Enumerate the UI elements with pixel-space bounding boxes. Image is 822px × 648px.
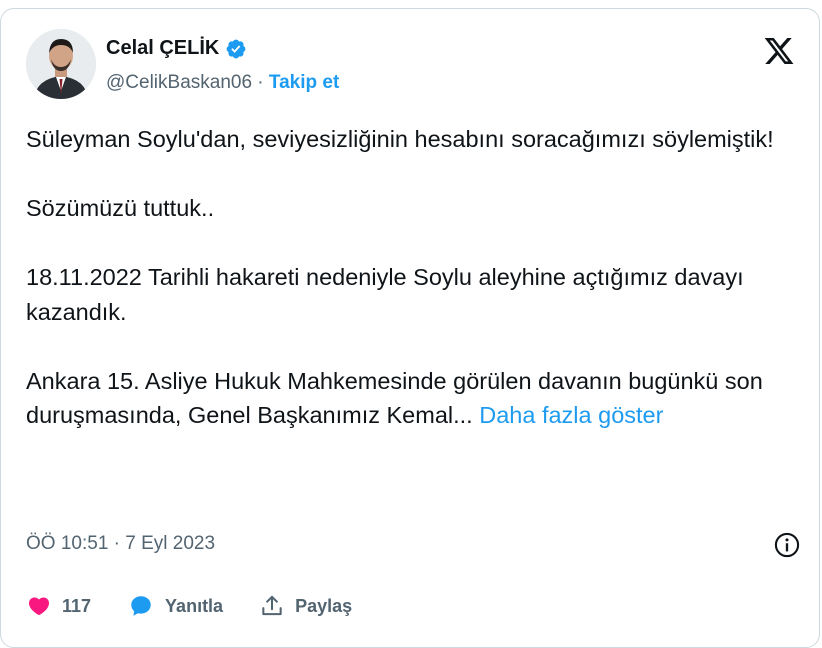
follow-button[interactable]: Takip et: [269, 72, 339, 94]
share-button[interactable]: Paylaş: [259, 593, 352, 619]
tweet-paragraph-last: Ankara 15. Asliye Hukuk Mahkemesinde gör…: [26, 364, 796, 433]
tweet-paragraph: 18.11.2022 Tarihli hakareti nedeniyle So…: [26, 264, 744, 325]
tweet-meta: ÖÖ 10:51 · 7 Eyl 2023: [26, 529, 801, 559]
x-logo-icon[interactable]: [762, 35, 796, 67]
meta-separator: ·: [108, 533, 126, 554]
speech-bubble-icon: [131, 596, 151, 616]
info-icon[interactable]: [773, 531, 801, 559]
author-name-row[interactable]: Celal ÇELİK: [106, 37, 247, 60]
tweet-card: Celal ÇELİK @CelikBaskan06 · Takip et Sü…: [0, 8, 820, 648]
tweet-header: Celal ÇELİK @CelikBaskan06 · Takip et: [26, 29, 796, 99]
reply-label: Yanıtla: [165, 595, 224, 616]
author-avatar[interactable]: [26, 29, 96, 99]
tweet-date[interactable]: 7 Eyl 2023: [125, 533, 215, 555]
like-button[interactable]: 117: [26, 594, 91, 618]
tweet-paragraph: Süleyman Soylu'dan, seviyesizliğinin hes…: [26, 126, 774, 152]
heart-icon: [28, 597, 50, 616]
author-handle[interactable]: @CelikBaskan06: [106, 72, 252, 94]
like-count: 117: [62, 595, 92, 616]
author-handle-row: @CelikBaskan06 · Takip et: [106, 72, 339, 94]
share-upload-icon: [262, 595, 282, 616]
reply-button[interactable]: Yanıtla: [127, 593, 223, 619]
avatar-portrait-icon: [26, 29, 96, 99]
tweet-body: Süleyman Soylu'dan, seviyesizliğinin hes…: [26, 122, 796, 433]
share-label: Paylaş: [295, 595, 353, 616]
tweet-time[interactable]: ÖÖ 10:51: [26, 533, 108, 555]
show-more-link[interactable]: Daha fazla göster: [479, 402, 663, 428]
author-display-name[interactable]: Celal ÇELİK: [106, 37, 219, 60]
tweet-paragraph: Sözümüzü tuttuk..: [26, 195, 215, 221]
handle-separator: ·: [252, 72, 269, 93]
tweet-actions: 117 Yanıtla Paylaş: [26, 591, 388, 621]
verified-badge-icon: [226, 39, 246, 58]
